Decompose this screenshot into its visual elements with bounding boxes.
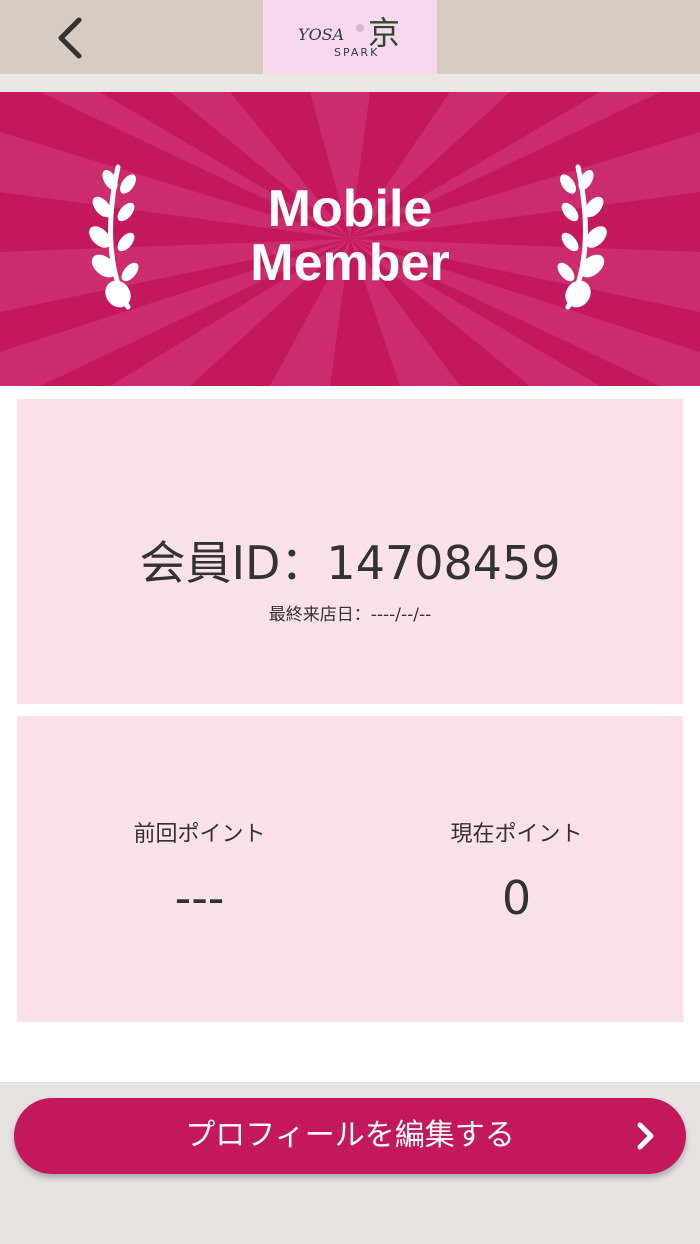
previous-points-label: 前回ポイント xyxy=(133,822,266,847)
previous-points-value: --- xyxy=(174,871,225,925)
edit-profile-label: プロフィールを編集する xyxy=(185,1118,515,1153)
back-button[interactable] xyxy=(40,8,100,68)
laurel-right-icon xyxy=(557,164,607,310)
member-content: 会員ID：14708459 最終来店日：----/--/-- 前回ポイント --… xyxy=(0,386,700,1082)
last-visit-date: 最終来店日：----/--/-- xyxy=(268,605,432,625)
svg-text:YOSA: YOSA xyxy=(298,25,344,44)
mobile-member-banner: Mobile Member xyxy=(0,92,700,386)
svg-text:SPARK: SPARK xyxy=(334,46,379,59)
logo: YOSA 京 SPARK xyxy=(263,0,437,74)
points-card: 前回ポイント --- 現在ポイント 0 xyxy=(17,716,683,1022)
previous-points: 前回ポイント --- xyxy=(17,816,350,926)
member-id-card: 会員ID：14708459 最終来店日：----/--/-- xyxy=(17,399,683,704)
top-bar: YOSA 京 SPARK xyxy=(0,0,700,74)
header-divider xyxy=(0,74,700,92)
member-id: 会員ID：14708459 xyxy=(139,536,561,590)
current-points-value: 0 xyxy=(501,871,532,925)
edit-profile-button[interactable]: プロフィールを編集する xyxy=(14,1098,686,1174)
current-points-label: 現在ポイント xyxy=(450,822,583,847)
chevron-left-icon xyxy=(58,17,82,59)
chevron-right-icon xyxy=(637,1122,654,1150)
current-points: 現在ポイント 0 xyxy=(350,816,683,926)
